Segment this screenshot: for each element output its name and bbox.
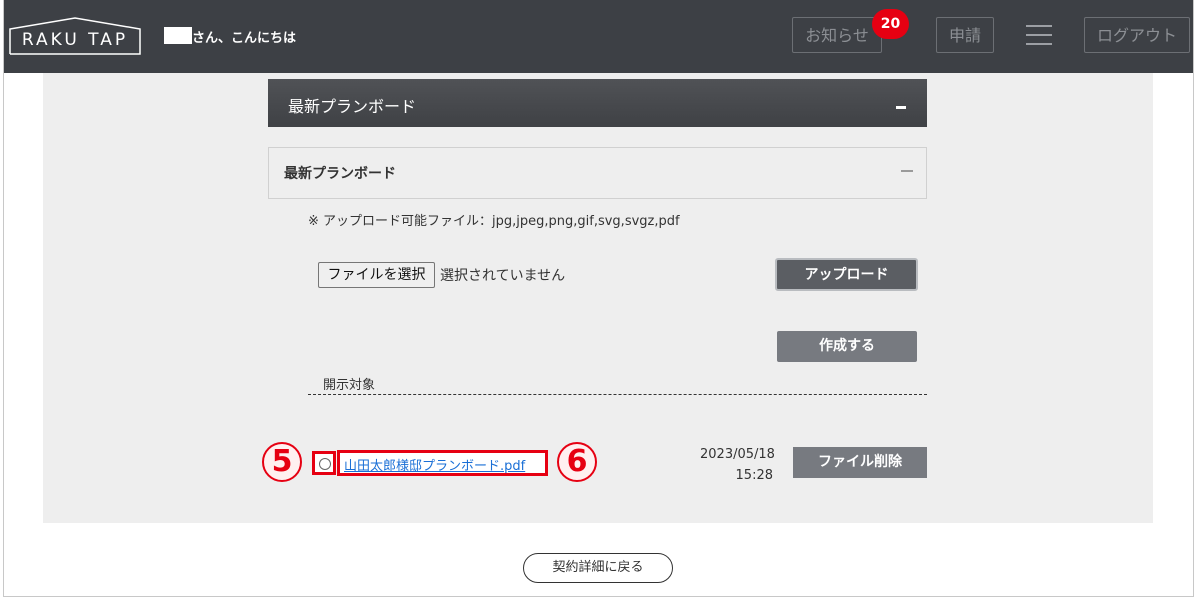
dashed-divider	[308, 394, 927, 395]
upload-note: ※ アップロード可能ファイル：jpg,jpeg,png,gif,svg,svgz…	[308, 214, 680, 229]
greeting-text: さん、こんにちは	[192, 31, 297, 46]
notice-button[interactable]: お知らせ	[792, 17, 882, 53]
file-datetime: 2023/05/18 15:28	[700, 444, 775, 486]
section-title: 最新プランボード	[288, 97, 417, 116]
file-date: 2023/05/18	[700, 447, 775, 462]
collapse-icon[interactable]	[896, 106, 906, 109]
top-header: RAKU TAP さん、こんにちは	[4, 0, 1193, 73]
file-time: 15:28	[735, 468, 773, 483]
file-link-highlight: 山田太郎様邸プランボード.pdf	[337, 450, 548, 476]
disclosure-radio[interactable]	[319, 458, 331, 470]
disclosure-target-label: 開示対象	[323, 378, 376, 393]
apply-button[interactable]: 申請	[936, 17, 994, 53]
username-redacted	[164, 27, 192, 44]
sub-collapse-icon[interactable]	[901, 170, 913, 172]
back-to-contract-button[interactable]: 契約詳細に戻る	[523, 553, 673, 583]
choose-file-button[interactable]: ファイルを選択	[318, 262, 435, 288]
file-link[interactable]: 山田太郎様邸プランボード.pdf	[344, 455, 525, 474]
sub-section-title: 最新プランボード	[284, 166, 396, 182]
delete-file-button[interactable]: ファイル削除	[793, 447, 927, 478]
upload-button[interactable]: アップロード	[775, 258, 918, 291]
disclosure-checkbox-highlight	[312, 451, 336, 475]
hamburger-icon[interactable]	[1026, 25, 1052, 45]
annotation-marker-5: 5	[262, 442, 302, 482]
logout-button[interactable]: ログアウト	[1084, 17, 1190, 53]
logo[interactable]: RAKU TAP	[8, 17, 142, 55]
file-status-text: 選択されていません	[440, 268, 566, 284]
logo-text: RAKU TAP	[21, 30, 129, 50]
sub-section-header[interactable]: 最新プランボード	[268, 147, 927, 199]
main-panel	[43, 73, 1153, 523]
create-button[interactable]: 作成する	[777, 331, 917, 362]
section-header[interactable]: 最新プランボード	[268, 79, 927, 127]
annotation-marker-6: 6	[557, 442, 597, 482]
notice-count-badge: 20	[872, 9, 909, 39]
